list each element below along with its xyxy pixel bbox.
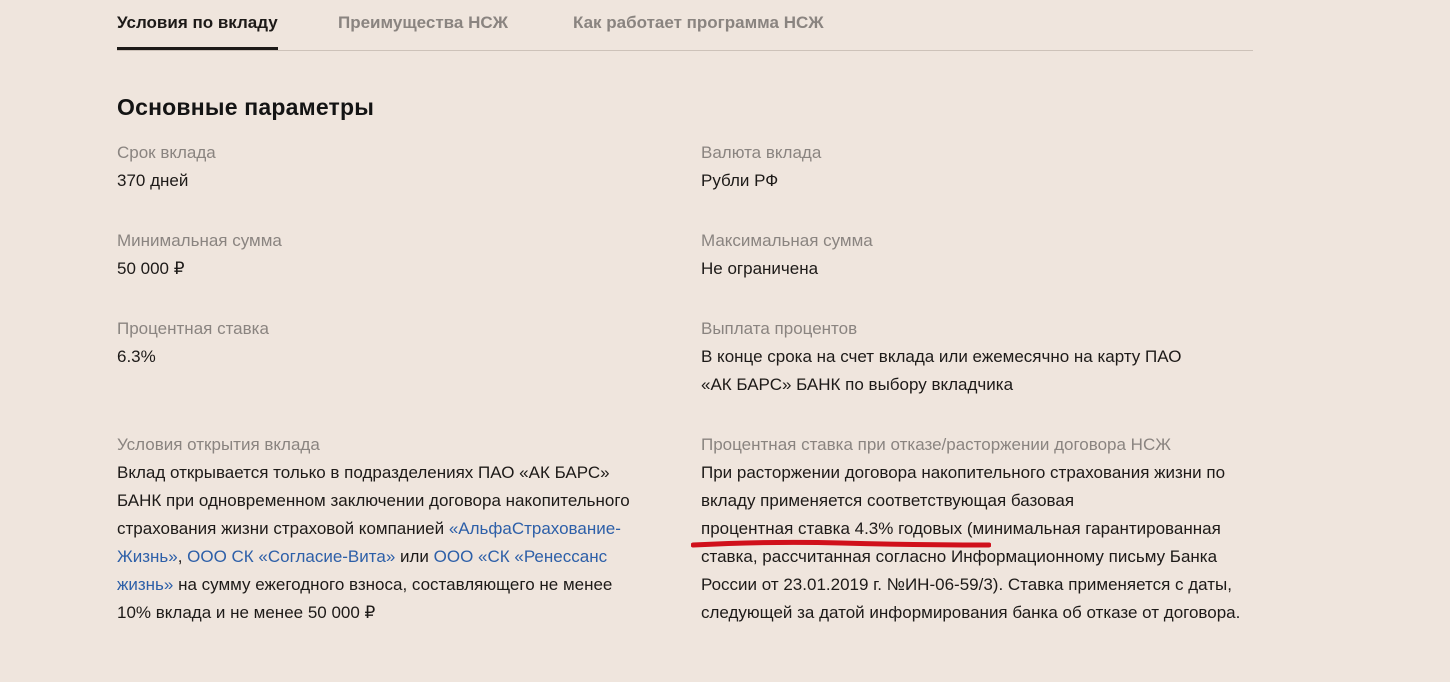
param-term-label: Срок вклада	[117, 143, 216, 162]
param-max-sum: Максимальная сумма Не ограничена	[701, 227, 1241, 283]
highlighted-rate: процентная ставка 4.3% годовых	[691, 515, 991, 548]
param-payout: Выплата процентов В конце срока на счет …	[701, 315, 1201, 399]
param-payout-label: Выплата процентов	[701, 319, 858, 338]
param-currency: Валюта вклада Рубли РФ	[701, 139, 1241, 195]
param-open-conditions-value: Вклад открывается только в подразделения…	[117, 459, 642, 627]
tab-bar: Условия по вкладу Преимущества НСЖ Как р…	[117, 0, 1253, 51]
soglasie-vita-link[interactable]: ООО СК «Согласие-Вита»	[187, 547, 395, 566]
open-conditions-text-3: или	[395, 547, 434, 566]
tab-deposit-conditions[interactable]: Условия по вкладу	[117, 13, 278, 33]
highlighted-rate-text: процентная ставка 4.3% годовых	[701, 519, 963, 538]
param-min-sum: Минимальная сумма 50 000 ₽	[117, 227, 657, 283]
param-rate: Процентная ставка 6.3%	[117, 315, 657, 371]
param-term-value: 370 дней	[117, 171, 189, 190]
param-term: Срок вклада 370 дней	[117, 139, 657, 195]
param-rate-label: Процентная ставка	[117, 319, 269, 338]
open-conditions-text-2: ,	[177, 547, 188, 566]
page: Условия по вкладу Преимущества НСЖ Как р…	[0, 0, 1450, 682]
param-max-sum-value: Не ограничена	[701, 259, 819, 278]
tab-how-nsj-works[interactable]: Как работает программа НСЖ	[573, 13, 824, 33]
param-payout-value: В конце срока на счет вклада или ежемеся…	[701, 347, 1182, 394]
open-conditions-text-4: на сумму ежегодного взноса, составляющег…	[117, 575, 613, 622]
param-min-sum-label: Минимальная сумма	[117, 231, 282, 250]
param-termination-rate-label: Процентная ставка при отказе/расторжении…	[701, 435, 1171, 454]
param-rate-value: 6.3%	[117, 347, 156, 366]
param-termination-rate: Процентная ставка при отказе/расторжении…	[691, 431, 1253, 627]
param-open-conditions: Условия открытия вклада Вклад открываетс…	[117, 431, 642, 627]
termination-text-1: При расторжении договора накопительного …	[701, 463, 1226, 510]
param-currency-value: Рубли РФ	[701, 171, 779, 190]
param-currency-label: Валюта вклада	[701, 143, 822, 162]
param-open-conditions-label: Условия открытия вклада	[117, 435, 320, 454]
param-termination-rate-value: При расторжении договора накопительного …	[691, 459, 1253, 627]
param-max-sum-label: Максимальная сумма	[701, 231, 873, 250]
param-min-sum-value: 50 000 ₽	[117, 259, 185, 278]
active-tab-indicator	[117, 47, 278, 50]
tab-nsj-advantages[interactable]: Преимущества НСЖ	[338, 13, 508, 33]
section-title: Основные параметры	[117, 94, 375, 120]
